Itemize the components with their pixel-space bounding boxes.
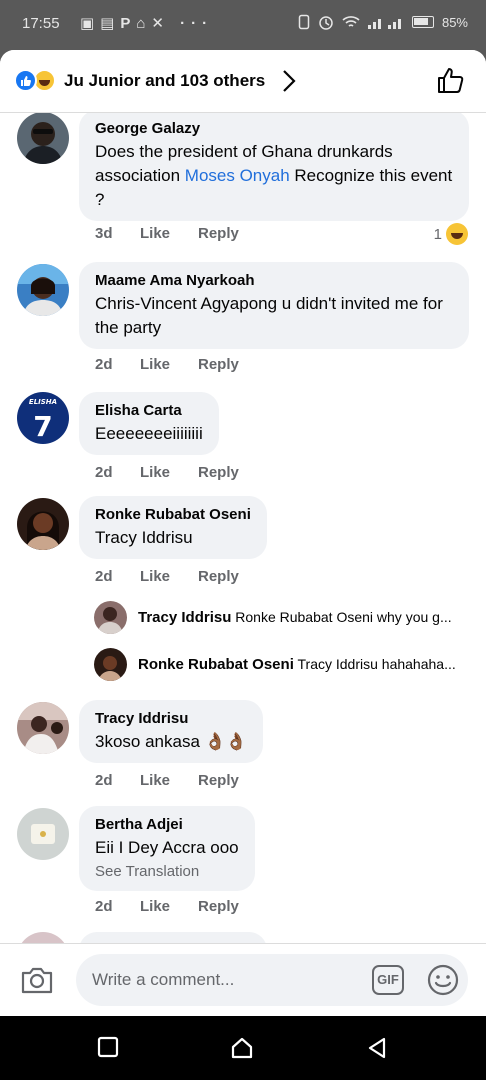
back-icon[interactable]: [366, 1036, 388, 1060]
reply-preview[interactable]: Ronke Rubabat Oseni Tracy Iddrisu hahaha…: [94, 648, 474, 682]
like-link[interactable]: Like: [140, 225, 198, 242]
comment-actions: 3d Like Reply: [95, 225, 239, 242]
reply-text: Tracy Iddrisu hahahaha...: [297, 656, 456, 672]
comment-time: 2d: [95, 898, 113, 915]
reply-avatar: [94, 648, 127, 681]
reply-link[interactable]: Reply: [198, 898, 239, 915]
reply-author[interactable]: Ronke Rubabat Oseni: [138, 656, 294, 673]
avatar[interactable]: [17, 808, 69, 860]
reply-text: Ronke Rubabat Oseni why you g...: [235, 609, 452, 625]
avatar-jersey-text: ELISHA: [29, 398, 57, 406]
avatar[interactable]: ELISHA 7: [17, 392, 69, 444]
comment-author[interactable]: Bertha Adjei: [95, 815, 239, 834]
avatar[interactable]: [17, 702, 69, 754]
comment-time: 2d: [95, 772, 113, 789]
recents-icon[interactable]: [97, 1036, 119, 1058]
comment-text: Chris-Vincent Agyapong u didn't invited …: [95, 294, 443, 337]
like-link[interactable]: Like: [140, 568, 198, 585]
comment-author[interactable]: Elisha Carta: [95, 401, 203, 420]
comment-actions: 2d Like Reply: [95, 464, 239, 481]
reply-preview[interactable]: Tracy Iddrisu Ronke Rubabat Oseni why yo…: [94, 601, 474, 635]
like-link[interactable]: Like: [140, 356, 198, 373]
reactions-summary[interactable]: Ju Junior and 103 others: [64, 71, 265, 91]
emoji-icon[interactable]: [426, 963, 460, 997]
avatar[interactable]: [17, 498, 69, 550]
reply-link[interactable]: Reply: [198, 772, 239, 789]
signal-icon: [367, 19, 401, 29]
comment-actions: 2d Like Reply: [95, 898, 239, 915]
comment-actions: 2d Like Reply: [95, 356, 239, 373]
gif-button[interactable]: GIF: [372, 965, 404, 995]
reply-link[interactable]: Reply: [198, 568, 239, 585]
system-nav-bar: [0, 1016, 486, 1080]
comment-bubble[interactable]: Bertha Adjei Eii I Dey Accra ooo See Tra…: [79, 806, 255, 891]
haha-icon: [446, 223, 468, 245]
like-link[interactable]: Like: [140, 898, 198, 915]
system-icons: 85%: [298, 14, 468, 30]
comment-actions: 2d Like Reply: [95, 772, 239, 789]
battery-icon: [411, 16, 434, 28]
notification-icons: ▣▤P⌂✕ ···: [80, 15, 214, 32]
see-translation-link[interactable]: See Translation: [95, 862, 239, 882]
comment-author[interactable]: Tracy Iddrisu: [95, 709, 247, 728]
like-icon: [14, 69, 37, 92]
wifi-icon: [342, 16, 360, 27]
mention-link[interactable]: Moses Onyah: [185, 166, 290, 185]
comment-reactions[interactable]: 1: [434, 223, 468, 245]
mention-link[interactable]: Tracy Iddrisu: [95, 526, 251, 550]
comment-text: Does the president of Ghana drunkards as…: [95, 142, 453, 209]
comment-bubble[interactable]: Elisha Carta Eeeeeeeeiiiiiiii: [79, 392, 219, 455]
comment-time: 2d: [95, 568, 113, 585]
comment-time: 2d: [95, 356, 113, 373]
reply-avatar: [94, 601, 127, 634]
vibrate-icon: [298, 14, 310, 30]
reply-link[interactable]: Reply: [198, 356, 239, 373]
comments-sheet: Ju Junior and 103 others George Galazy D…: [0, 50, 486, 1016]
comment-time: 2d: [95, 464, 113, 481]
reaction-icons: [14, 69, 56, 92]
comment-bubble[interactable]: Tracy Iddrisu 3koso ankasa 👌🏾👌🏾: [79, 700, 263, 763]
comment-placeholder: Write a comment...: [92, 970, 235, 989]
reply-link[interactable]: Reply: [198, 225, 239, 242]
comment-text: Eeeeeeeeiiiiiiii: [95, 424, 203, 443]
comment-author[interactable]: Maame Ama Nyarkoah: [95, 271, 453, 290]
comment-author[interactable]: Ronke Rubabat Oseni: [95, 505, 251, 524]
reaction-count: 1: [433, 225, 442, 243]
comment-bubble[interactable]: Maame Ama Nyarkoah Chris-Vincent Agyapon…: [79, 262, 469, 349]
avatar[interactable]: [17, 264, 69, 316]
comment-composer: Write a comment... GIF: [0, 943, 486, 1016]
like-link[interactable]: Like: [140, 772, 198, 789]
battery-percent: 85%: [441, 14, 468, 30]
reply-link[interactable]: Reply: [198, 464, 239, 481]
avatar[interactable]: [17, 112, 69, 164]
status-bar: 17:55 ▣▤P⌂✕ ··· 85%: [0, 0, 486, 50]
reply-author[interactable]: Tracy Iddrisu: [138, 609, 231, 626]
camera-icon[interactable]: [20, 965, 54, 995]
comment-input[interactable]: Write a comment... GIF: [76, 954, 468, 1006]
comment-text: 3koso ankasa 👌🏾👌🏾: [95, 732, 247, 751]
like-link[interactable]: Like: [140, 464, 198, 481]
alarm-icon: [319, 16, 333, 30]
jersey-number-icon: 7: [33, 410, 52, 443]
home-icon[interactable]: [230, 1036, 254, 1060]
like-button-icon[interactable]: [436, 65, 466, 95]
comment-bubble[interactable]: George Galazy Does the president of Ghan…: [79, 110, 469, 221]
comment-time: 3d: [95, 225, 113, 242]
comment-text: Eii I Dey Accra ooo: [95, 838, 239, 857]
comment-bubble[interactable]: Ronke Rubabat Oseni Tracy Iddrisu: [79, 496, 267, 559]
comment-actions: 2d Like Reply: [95, 568, 239, 585]
clock: 17:55: [22, 15, 60, 32]
reactions-header[interactable]: Ju Junior and 103 others: [0, 50, 486, 113]
comment-author[interactable]: George Galazy: [95, 119, 453, 138]
chevron-right-icon[interactable]: [280, 68, 298, 94]
